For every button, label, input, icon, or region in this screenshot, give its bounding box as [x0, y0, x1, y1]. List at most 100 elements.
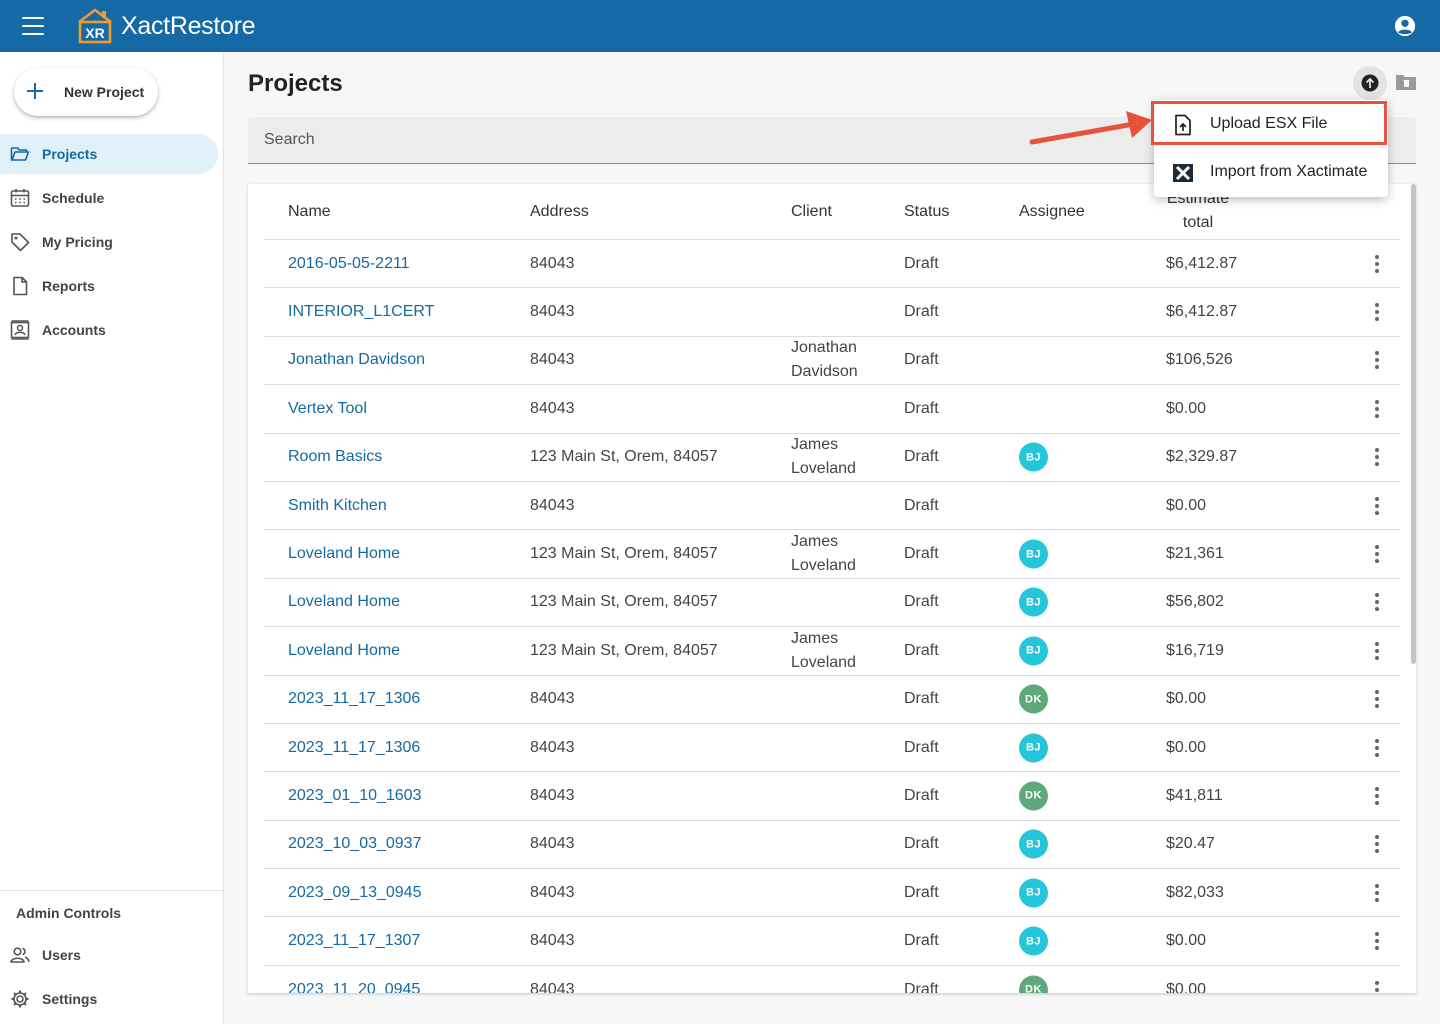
more-vert-icon[interactable] — [1368, 397, 1386, 421]
table-row[interactable]: Vertex Tool 84043 Draft $0.00 — [264, 385, 1400, 434]
table-row[interactable]: Loveland Home 123 Main St, Orem, 84057 Dra… — [264, 579, 1400, 628]
sidebar-item-schedule[interactable]: Schedule — [0, 178, 218, 218]
avatar: BJ — [1019, 878, 1048, 908]
project-address: 84043 — [530, 932, 575, 950]
project-assignee: BJ — [1019, 539, 1048, 569]
project-name-link[interactable]: 2023_11_17_1307 — [288, 929, 420, 953]
column-header-address[interactable]: Address — [530, 203, 589, 221]
calendar-icon — [10, 189, 30, 207]
table-row[interactable]: 2023_11_17_1307 84043 Draft BJ $0.00 — [264, 917, 1400, 966]
project-address: 84043 — [530, 496, 575, 514]
table-row[interactable]: 2023_09_13_0945 84043 Draft BJ $82,033 — [264, 869, 1400, 918]
project-name-link[interactable]: 2023_11_20_0945 — [288, 978, 420, 993]
sidebar-item-my-pricing[interactable]: My Pricing — [0, 222, 218, 262]
cloud-upload-icon — [1361, 74, 1379, 92]
more-vert-icon[interactable] — [1368, 494, 1386, 518]
project-assignee: BJ — [1019, 442, 1048, 472]
project-name-link[interactable]: Jonathan Davidson — [288, 348, 425, 372]
table-row[interactable]: 2023_10_03_0937 84043 Draft BJ $20.47 — [264, 821, 1400, 870]
project-name-link[interactable]: Smith Kitchen — [288, 494, 387, 518]
avatar: DK — [1019, 684, 1048, 714]
column-header-name[interactable]: Name — [288, 203, 331, 221]
upload-button[interactable] — [1353, 66, 1387, 100]
more-vert-icon[interactable] — [1368, 445, 1386, 469]
project-name-link[interactable]: 2023_09_13_0945 — [288, 881, 421, 905]
menu-icon[interactable] — [22, 17, 44, 35]
annotation-arrow — [1029, 111, 1152, 145]
project-name-link[interactable]: 2023_01_10_1603 — [288, 784, 421, 808]
project-status: Draft — [904, 835, 939, 853]
project-address: 84043 — [530, 399, 575, 417]
project-estimate-total: $106,526 — [1166, 351, 1233, 369]
avatar: BJ — [1019, 636, 1048, 666]
project-estimate-total: $0.00 — [1166, 738, 1207, 756]
project-estimate-total: $56,802 — [1166, 593, 1224, 611]
table-row[interactable]: Smith Kitchen 84043 Draft $0.00 — [264, 482, 1400, 531]
more-vert-icon[interactable] — [1368, 300, 1386, 324]
project-name-link[interactable]: Loveland Home — [288, 542, 400, 566]
project-address: 84043 — [530, 351, 575, 369]
project-name-link[interactable]: Loveland Home — [288, 639, 400, 663]
sidebar-item-accounts[interactable]: Accounts — [0, 310, 218, 350]
project-address: 84043 — [530, 690, 575, 708]
table-scrollbar[interactable] — [1411, 184, 1416, 664]
sidebar-item-projects[interactable]: Projects — [0, 134, 218, 174]
table-row[interactable]: Loveland Home 123 Main St, Orem, 84057 Jam… — [264, 627, 1400, 676]
more-vert-icon[interactable] — [1368, 252, 1386, 276]
more-vert-icon[interactable] — [1368, 978, 1386, 993]
table-row[interactable]: Loveland Home 123 Main St, Orem, 84057 Jam… — [264, 530, 1400, 579]
archive-folder-icon[interactable] — [1395, 72, 1417, 92]
table-row[interactable]: 2023_11_17_1306 84043 Draft DK $0.00 — [264, 676, 1400, 724]
project-address: 84043 — [530, 738, 575, 756]
project-address: 123 Main St, Orem, 84057 — [530, 448, 718, 466]
project-address: 123 Main St, Orem, 84057 — [530, 545, 718, 563]
more-vert-icon[interactable] — [1368, 929, 1386, 953]
menu-item-import-xactimate[interactable]: Import from Xactimate — [1154, 148, 1388, 196]
table-row[interactable]: 2023_11_17_1306 84043 Draft BJ $0.00 — [264, 724, 1400, 773]
more-vert-icon[interactable] — [1368, 639, 1386, 663]
sidebar-item-reports[interactable]: Reports — [0, 266, 218, 306]
project-name-link[interactable]: 2023_11_17_1306 — [288, 687, 420, 711]
sidebar-item-users[interactable]: Users — [0, 935, 218, 975]
project-assignee: BJ — [1019, 636, 1048, 666]
table-row[interactable]: 2023_11_20_0945 84043 Draft DK $0.00 — [264, 966, 1400, 993]
project-assignee: BJ — [1019, 733, 1048, 763]
project-estimate-total: $0.00 — [1166, 399, 1207, 417]
project-name-link[interactable]: 2016-05-05-2211 — [288, 252, 410, 276]
account-circle-icon[interactable] — [1394, 15, 1416, 37]
project-name-link[interactable]: INTERIOR_L1CERT — [288, 300, 434, 324]
more-vert-icon[interactable] — [1368, 736, 1386, 760]
table-row[interactable]: Room Basics 123 Main St, Orem, 84057 James… — [264, 434, 1400, 482]
project-name-link[interactable]: 2023_11_17_1306 — [288, 736, 420, 760]
sidebar-item-settings[interactable]: Settings — [0, 979, 218, 1019]
table-row[interactable]: 2016-05-05-2211 84043 Draft $6,412.87 — [264, 240, 1400, 289]
column-header-status[interactable]: Status — [904, 203, 949, 221]
new-project-label: New Project — [64, 84, 145, 100]
column-header-client[interactable]: Client — [791, 203, 832, 221]
column-header-assignee[interactable]: Assignee — [1019, 203, 1085, 221]
project-client: James Loveland — [791, 436, 856, 478]
avatar: DK — [1019, 781, 1048, 811]
table-row[interactable]: INTERIOR_L1CERT 84043 Draft $6,412.87 — [264, 288, 1400, 337]
more-vert-icon[interactable] — [1368, 784, 1386, 808]
admin-controls-heading: Admin Controls — [16, 905, 121, 921]
avatar: BJ — [1019, 442, 1048, 472]
project-name-link[interactable]: Room Basics — [288, 445, 382, 469]
project-name-link[interactable]: Loveland Home — [288, 590, 400, 614]
table-row[interactable]: Jonathan Davidson 84043 Jonathan Davidson D… — [264, 337, 1400, 386]
project-client: Jonathan Davidson — [791, 339, 858, 381]
more-vert-icon[interactable] — [1368, 590, 1386, 614]
project-name-link[interactable]: 2023_10_03_0937 — [288, 832, 421, 856]
project-name-link[interactable]: Vertex Tool — [288, 397, 367, 421]
more-vert-icon[interactable] — [1368, 348, 1386, 372]
more-vert-icon[interactable] — [1368, 832, 1386, 856]
more-vert-icon[interactable] — [1368, 542, 1386, 566]
new-project-button[interactable]: New Project — [14, 68, 158, 116]
sidebar-item-label: Projects — [42, 146, 98, 162]
more-vert-icon[interactable] — [1368, 881, 1386, 905]
table-row[interactable]: 2023_01_10_1603 84043 Draft DK $41,811 — [264, 772, 1400, 821]
app-title: XactRestore — [121, 12, 256, 40]
more-vert-icon[interactable] — [1368, 687, 1386, 711]
project-address: 84043 — [530, 786, 575, 804]
plus-icon — [27, 83, 43, 99]
